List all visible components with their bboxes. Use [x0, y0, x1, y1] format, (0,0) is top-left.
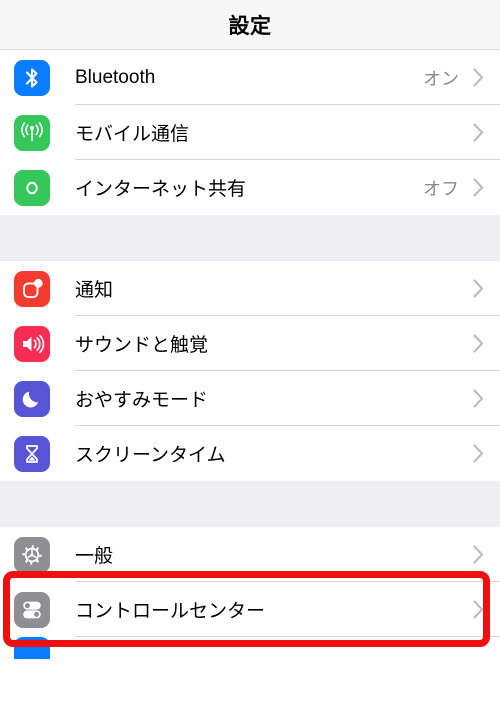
- speaker-waves-icon: [14, 325, 50, 362]
- settings-row-value: オフ: [423, 178, 459, 199]
- group-spacer: [0, 481, 500, 527]
- notification-badge-icon: [14, 270, 50, 307]
- settings-row-label: スクリーンタイム: [75, 445, 226, 466]
- chevron-right-icon: [473, 68, 484, 87]
- page-title: 設定: [228, 14, 272, 38]
- settings-group-system: 一般 コントロールセンター: [0, 527, 500, 659]
- settings-row-screen-time[interactable]: スクリーンタイム: [0, 426, 500, 481]
- settings-row-label: コントロールセンター: [75, 601, 266, 622]
- chevron-right-icon: [473, 178, 484, 197]
- settings-row-bluetooth[interactable]: Bluetooth オン: [0, 50, 500, 105]
- settings-row-control-center[interactable]: コントロールセンター: [0, 582, 500, 637]
- settings-row-label: 通知: [75, 280, 114, 301]
- crescent-moon-icon: [14, 380, 50, 417]
- settings-row-notifications[interactable]: 通知: [0, 261, 500, 316]
- gear-icon: [14, 536, 50, 573]
- toggles-icon: [14, 591, 50, 628]
- settings-row-display-brightness[interactable]: [0, 637, 500, 659]
- group-spacer: [0, 215, 500, 261]
- settings-group-connectivity: Bluetooth オン モバイル通信 インターネット共有 オフ: [0, 50, 500, 215]
- chevron-right-icon: [473, 600, 484, 619]
- settings-row-label: Bluetooth: [75, 66, 156, 88]
- settings-row-cellular[interactable]: モバイル通信: [0, 105, 500, 160]
- chevron-right-icon: [473, 389, 484, 408]
- settings-row-value: オン: [423, 68, 459, 89]
- settings-row-label: インターネット共有: [75, 179, 247, 200]
- chevron-right-icon: [473, 279, 484, 298]
- settings-screen: 設定 Bluetooth オン モバイル通信 インターネット共有 オフ 通知 サ…: [0, 0, 500, 715]
- navigation-bar: 設定: [0, 0, 500, 50]
- chevron-right-icon: [473, 444, 484, 463]
- settings-row-label: サウンドと触覚: [75, 335, 209, 356]
- chevron-right-icon: [473, 123, 484, 142]
- hourglass-icon: [14, 435, 50, 472]
- hotspot-link-icon: [14, 169, 50, 206]
- display-icon: [14, 637, 50, 659]
- settings-row-do-not-disturb[interactable]: おやすみモード: [0, 371, 500, 426]
- settings-row-label: 一般: [75, 546, 114, 567]
- chevron-right-icon: [473, 545, 484, 564]
- bluetooth-icon: [14, 59, 50, 96]
- settings-row-personal-hotspot[interactable]: インターネット共有 オフ: [0, 160, 500, 215]
- settings-row-label: モバイル通信: [75, 124, 190, 145]
- settings-row-general[interactable]: 一般: [0, 527, 500, 582]
- settings-row-sounds-haptics[interactable]: サウンドと触覚: [0, 316, 500, 371]
- chevron-right-icon: [473, 334, 484, 353]
- cellular-antenna-icon: [14, 114, 50, 151]
- settings-group-alerts: 通知 サウンドと触覚 おやすみモード スクリーンタイム: [0, 261, 500, 481]
- settings-row-label: おやすみモード: [75, 390, 209, 411]
